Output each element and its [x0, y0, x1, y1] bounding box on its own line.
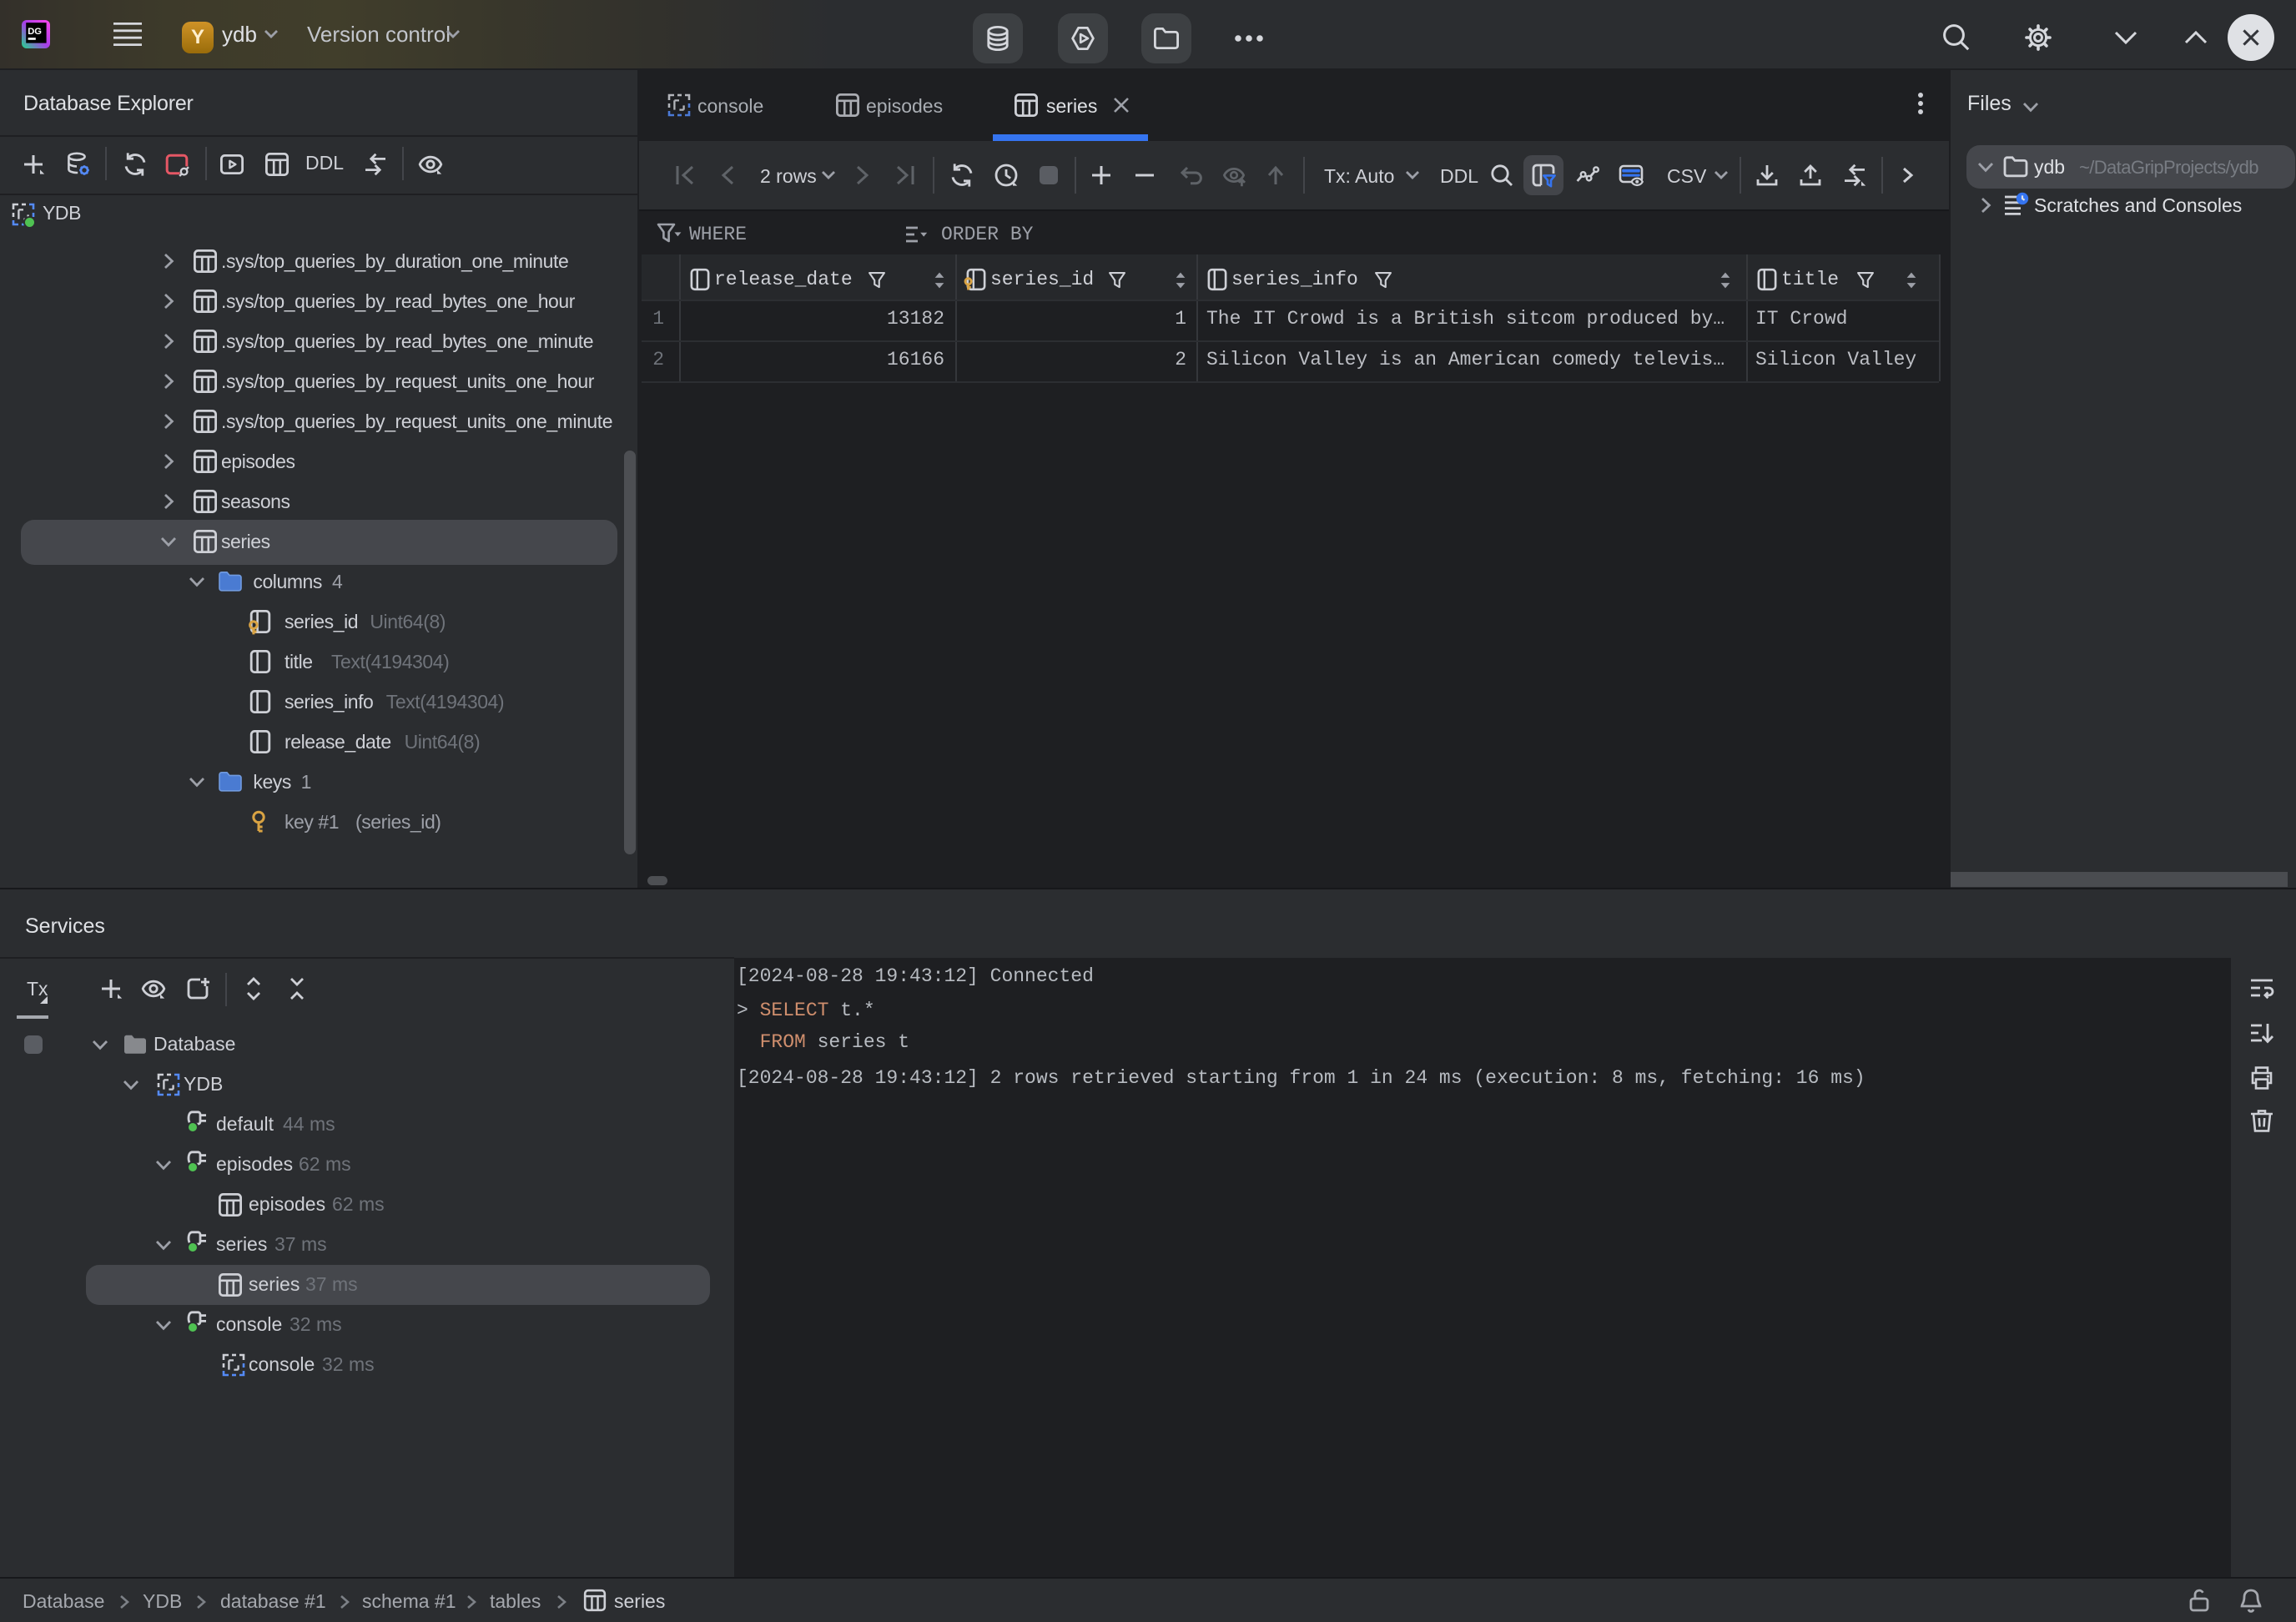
- svg-text:DG: DG: [28, 27, 42, 37]
